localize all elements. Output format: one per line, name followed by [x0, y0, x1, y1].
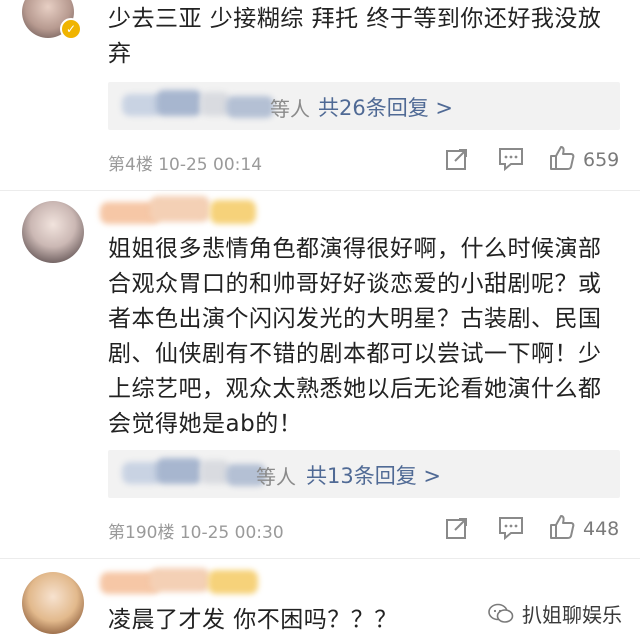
reply-count-link[interactable]: 共26条回复 > [318, 92, 453, 122]
reply-preview[interactable]: 等人 共13条回复 > [108, 450, 620, 498]
blurred-username [100, 196, 280, 226]
reply-suffix: 等人 [256, 465, 296, 489]
share-icon[interactable] [444, 146, 470, 172]
reply-preview[interactable]: 等人 共26条回复 > [108, 82, 620, 130]
like-count: 659 [583, 149, 620, 171]
divider [0, 190, 640, 191]
comment-text: 凌晨了才发 你不困吗？？？ [108, 607, 398, 633]
floor-meta: 第4楼 10-25 00:14 [108, 155, 263, 175]
reply-suffix: 等人 [270, 97, 310, 121]
wechat-logo-icon [488, 603, 514, 623]
comment-text: 少去三亚 少接糊综 拜托 终于等到你还好我没放弃 [108, 6, 602, 67]
comment-icon[interactable] [497, 146, 525, 172]
reply-count-link[interactable]: 共13条回复 > [306, 460, 441, 490]
like-count: 448 [583, 518, 620, 540]
watermark-label: 扒姐聊娱乐 [522, 603, 622, 627]
floor-meta: 第190楼 10-25 00:30 [108, 523, 284, 543]
blurred-username [100, 568, 280, 598]
like-icon[interactable] [548, 513, 576, 541]
divider [0, 558, 640, 559]
like-icon[interactable] [548, 144, 576, 172]
comment-icon[interactable] [497, 515, 525, 541]
comment-text: 姐姐很多悲情角色都演得很好啊，什么时候演部合观众胃口的和帅哥好好谈恋爱的小甜剧呢… [108, 236, 602, 437]
share-icon[interactable] [444, 515, 470, 541]
avatar[interactable] [22, 572, 84, 634]
verified-badge-icon: ✓ [60, 18, 82, 40]
avatar[interactable] [22, 201, 84, 263]
watermark: 扒姐聊娱乐 [488, 599, 622, 628]
